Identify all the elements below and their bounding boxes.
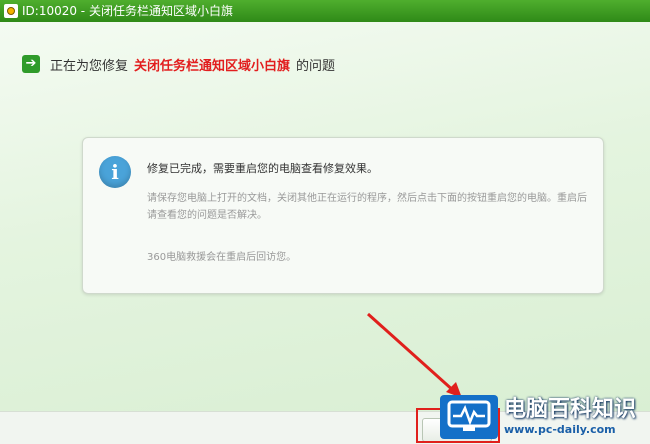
watermark: 电脑百科知识 www.pc-daily.com (440, 390, 650, 443)
title-bar: ID:10020 - 关闭任务栏通知区域小白旗 (0, 0, 650, 22)
window-title: ID:10020 - 关闭任务栏通知区域小白旗 (22, 4, 233, 18)
watermark-url: www.pc-daily.com (504, 422, 616, 436)
info-icon: i (99, 156, 131, 188)
heading-target: 关闭任务栏通知区域小白旗 (134, 58, 291, 74)
monitor-logo-icon (440, 394, 498, 439)
panel-title: 修复已完成，需要重启您的电脑查看修复效果。 (147, 162, 378, 175)
watermark-title: 电脑百科知识 (504, 396, 637, 422)
heading-suffix: 的问题 (296, 58, 336, 74)
info-panel: i 修复已完成，需要重启您的电脑查看修复效果。 请保存您电脑上打开的文档，关闭其… (82, 137, 604, 294)
arrow-right-icon: ➔ (22, 55, 40, 73)
heading-prefix: 正在为您修复 (50, 58, 129, 74)
app-icon (4, 4, 18, 18)
watermark-text: 电脑百科知识 www.pc-daily.com (504, 397, 636, 437)
panel-note: 360电脑救援会在重启后回访您。 (147, 252, 297, 263)
main-content: ➔ 正在为您修复 关闭任务栏通知区域小白旗 的问题 i 修复已完成，需要重启您的… (0, 22, 650, 411)
repair-heading: ➔ 正在为您修复 关闭任务栏通知区域小白旗 的问题 (22, 52, 335, 76)
panel-body: 请保存您电脑上打开的文档，关闭其他正在运行的程序，然后点击下面的按钮重启您的电脑… (147, 193, 587, 221)
